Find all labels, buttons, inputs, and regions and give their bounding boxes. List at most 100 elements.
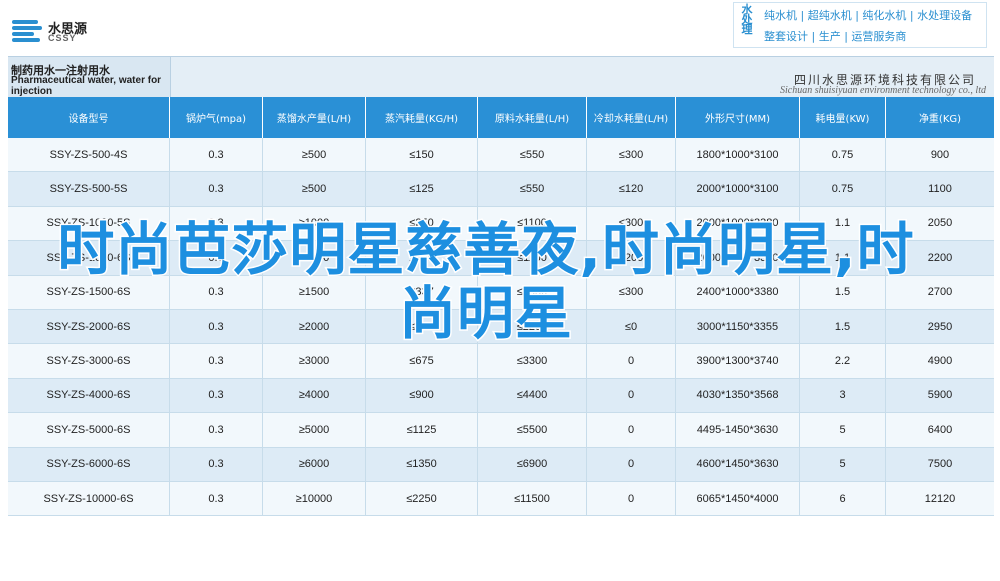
table-cell: ≤225 (366, 241, 478, 275)
table-cell: 0.3 (170, 241, 263, 275)
table-cell: ≤11500 (478, 481, 587, 516)
table-cell: ≤450 (366, 309, 478, 344)
col-header-dimensions: 外形尺寸(MM) (676, 97, 800, 138)
table-row: SSY-ZS-500-5S 0.3 ≥500 ≤125 ≤550 ≤120 2000*100… (8, 172, 994, 207)
table-cell: 0.3 (170, 481, 263, 516)
table-cell: ≤120 (587, 172, 676, 206)
table-cell: 2000*1000*3100 (676, 172, 800, 206)
product-category: 制药用水一注射用水 Pharmaceutical water, water fo… (8, 57, 171, 98)
table-cell: ≤1350 (366, 447, 478, 481)
table-cell: 0.3 (170, 447, 263, 481)
table-cell: 1100 (928, 183, 952, 196)
banner-vertical-title: 水处理 (741, 3, 753, 36)
table-cell: ≤550 (478, 138, 587, 172)
table-cell: SSY-ZS-6000-6S (8, 447, 170, 481)
table-cell: 5 (800, 447, 886, 481)
table-cell: SSY-ZS-1000-5S (8, 206, 170, 241)
table-cell: 0.3 (170, 413, 263, 447)
table-cell: 3900*1300*3740 (676, 344, 800, 378)
table-cell: ≤2200 (478, 309, 587, 344)
table-cell: 1.1 (800, 206, 886, 241)
table-cell: ≥1500 (263, 275, 366, 309)
table-cell: 6 (800, 481, 886, 516)
table-row: SSY-ZS-500-4S 0.3 ≥500 ≤150 ≤550 ≤300 1800*100… (8, 138, 994, 173)
table-cell: 1.5 (800, 275, 886, 309)
table-cell: SSY-ZS-1000-6S (8, 241, 170, 275)
table-cell: ≤300 (587, 138, 676, 172)
table-row: SSY-ZS-10000-6S 0.3 ≥10000 ≤2250 ≤11500 0 6065… (8, 481, 994, 517)
table-cell: 1.5 (800, 309, 886, 344)
table-cell: 3000*1150*3355 (676, 309, 800, 344)
table-cell: ≤250 (366, 206, 478, 241)
table-cell: 5900 (927, 389, 953, 402)
spec-table: 制药用水一注射用水 Pharmaceutical water, water fo… (8, 56, 994, 574)
table-cell: 4600*1450*3630 (676, 447, 800, 481)
table-cell: ≥5000 (263, 413, 366, 447)
col-header-steam-consumption: 蒸汽耗量(KG/H) (366, 97, 478, 138)
col-header-feed-water: 原料水耗量(L/H) (478, 97, 587, 138)
banner-products: 纯水机 | 超纯水机 | 纯化水机 | 水处理设备 (764, 9, 973, 22)
table-cell: 6065*1450*4000 (676, 481, 800, 516)
table-cell: SSY-ZS-10000-6S (8, 481, 170, 516)
table-cell: ≤200 (587, 241, 676, 275)
table-cell: ≤337 (366, 275, 478, 309)
page-header: 水思源 CSSY 水处理 纯水机 | 超纯水机 | 纯化水机 | 水处理设备 整… (0, 0, 1000, 56)
table-cell: ≤0 (587, 309, 676, 344)
table-cell: ≤300 (587, 275, 676, 309)
table-cell: ≤2250 (366, 481, 478, 516)
col-header-model: 设备型号 (8, 97, 170, 138)
table-cell: 0 (587, 413, 676, 447)
table-cell: 1.1 (800, 241, 886, 275)
table-cell: 0.3 (170, 378, 263, 413)
table-header-row: 设备型号 锅炉气(mpa) 蒸馏水产量(L/H) 蒸汽耗量(KG/H) 原料水耗… (8, 97, 994, 138)
table-cell: 6400 (927, 423, 953, 436)
table-cell: 0.3 (170, 206, 263, 241)
table-cell: 4030*1350*3568 (676, 378, 800, 413)
service-banner: 水处理 纯水机 | 超纯水机 | 纯化水机 | 水处理设备 整套设计 | 生产 … (733, 2, 987, 48)
table-cell: 0 (587, 344, 676, 378)
col-header-power: 耗电量(KW) (800, 97, 886, 138)
table-cell: ≥1000 (263, 241, 366, 275)
table-cell: SSY-ZS-5000-6S (8, 413, 170, 447)
table-cell: 900 (930, 148, 950, 161)
table-row: SSY-ZS-5000-6S 0.3 ≥5000 ≤1125 ≤5500 0 4495-14… (8, 413, 994, 448)
table-cell: 2000*1000*3380 (676, 206, 800, 241)
table-cell: 1800*1000*3100 (676, 138, 800, 172)
table-cell: 0.75 (800, 172, 886, 206)
table-cell: 12120 (924, 492, 956, 505)
table-cell: 0.3 (170, 344, 263, 378)
table-cell: ≥500 (263, 172, 366, 206)
col-header-distilled-output: 蒸馏水产量(L/H) (263, 97, 366, 138)
table-cell: 4900 (927, 355, 953, 368)
table-cell: ≤1125 (366, 413, 478, 447)
banner-services: 整套设计 | 生产 | 运营服务商 (764, 30, 907, 43)
table-cell: 2.2 (800, 344, 886, 378)
table-cell: SSY-ZS-2000-6S (8, 309, 170, 344)
table-cell: ≤1650 (478, 275, 587, 309)
table-cell: ≤150 (366, 138, 478, 172)
table-cell: ≤550 (478, 172, 587, 206)
table-cell: SSY-ZS-3000-6S (8, 344, 170, 378)
table-cell: 0 (587, 481, 676, 516)
table-cell: ≤5500 (478, 413, 587, 447)
water-logo-icon (12, 20, 42, 42)
table-cell: 2700 (927, 286, 953, 299)
col-header-cooling-water: 冷却水耗量(L/H) (587, 97, 676, 138)
table-cell: ≥500 (263, 138, 366, 172)
table-cell: 0 (587, 378, 676, 413)
logo-en: CSSY (48, 33, 77, 43)
table-cell: 0.3 (170, 138, 263, 172)
table-cell: SSY-ZS-500-5S (8, 172, 170, 206)
table-cell: ≤1100 (478, 241, 587, 275)
table-cell: 0 (587, 447, 676, 481)
table-cell: 2950 (927, 320, 953, 333)
table-cell: SSY-ZS-500-4S (8, 138, 170, 172)
brand-logo[interactable]: 水思源 CSSY (12, 18, 102, 46)
table-cell: ≤1100 (478, 206, 587, 241)
table-cell: ≥1000 (263, 206, 366, 241)
table-cell: ≤6900 (478, 447, 587, 481)
table-cell: ≥4000 (263, 378, 366, 413)
category-en: Pharmaceutical water, water for injectio… (11, 75, 162, 97)
table-cell: ≤4400 (478, 378, 587, 413)
table-cell: 2200 (927, 251, 953, 264)
